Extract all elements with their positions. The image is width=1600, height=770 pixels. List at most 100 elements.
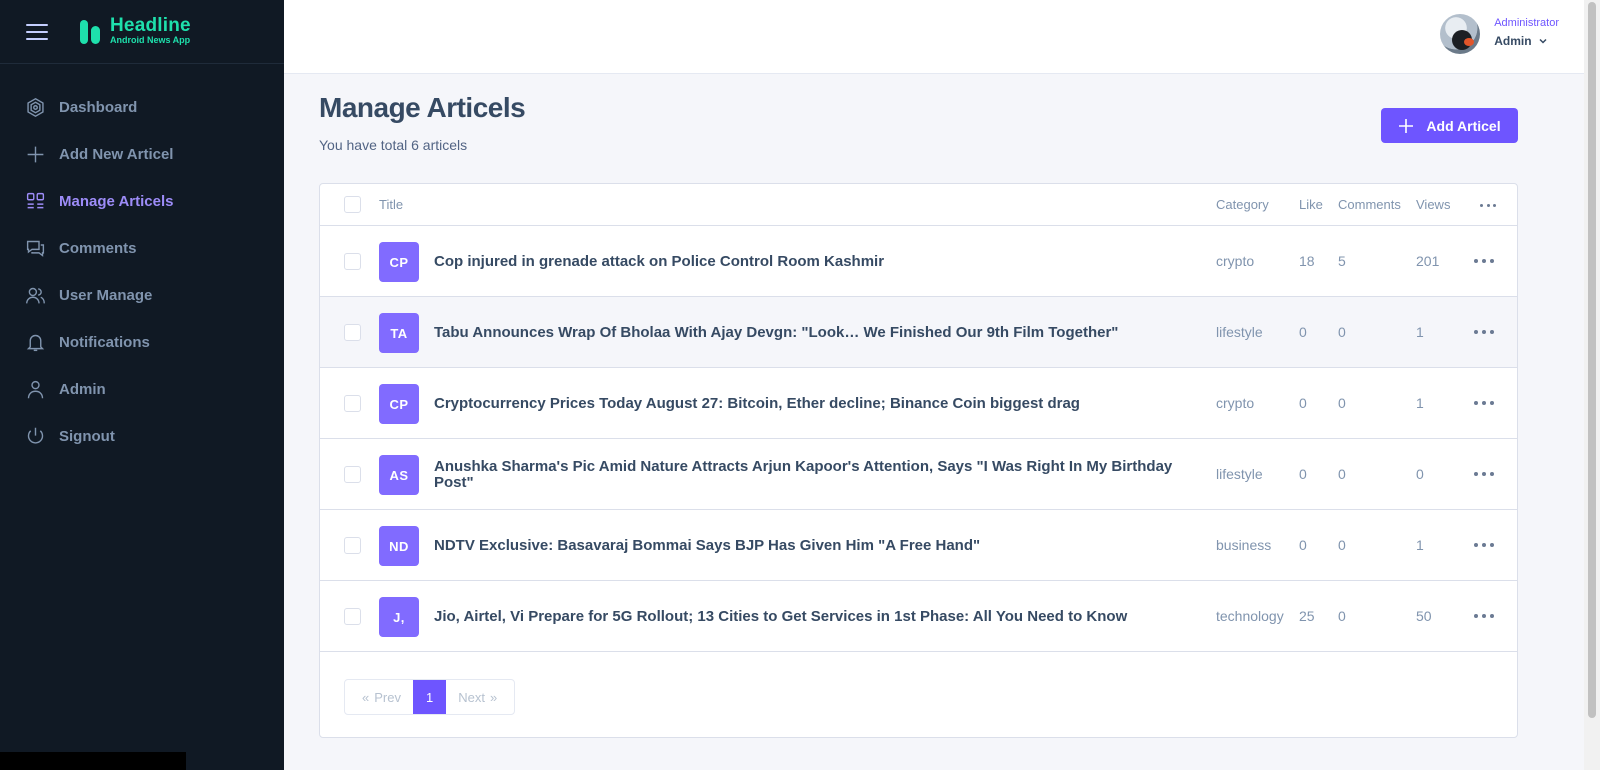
more-options-icon[interactable]: [1480, 200, 1496, 210]
article-title[interactable]: Anushka Sharma's Pic Amid Nature Attract…: [434, 439, 1194, 510]
sidebar-item-label: Admin: [59, 381, 106, 398]
sidebar-item-user-manage[interactable]: User Manage: [0, 272, 284, 319]
row-checkbox[interactable]: [344, 253, 361, 270]
article-comments: 0: [1338, 537, 1346, 553]
row-checkbox[interactable]: [344, 537, 361, 554]
grid-icon: [24, 191, 46, 213]
article-thumb: AS: [379, 455, 419, 495]
table-row[interactable]: J, Jio, Airtel, Vi Prepare for 5G Rollou…: [320, 581, 1517, 652]
next-page-button[interactable]: Next»: [446, 680, 514, 714]
double-chevron-right-icon: »: [489, 689, 498, 705]
row-checkbox[interactable]: [344, 466, 361, 483]
add-articel-label: Add Articel: [1426, 117, 1501, 134]
sidebar-item-notifications[interactable]: Notifications: [0, 319, 284, 366]
chevron-down-icon: [1539, 38, 1547, 44]
sidebar-item-comments[interactable]: Comments: [0, 225, 284, 272]
row-checkbox[interactable]: [344, 608, 361, 625]
table-row[interactable]: CP Cryptocurrency Prices Today August 27…: [320, 368, 1517, 439]
top-header: Administrator Admin: [284, 0, 1584, 74]
brand-tagline: Android News App: [110, 35, 191, 45]
users-icon: [24, 285, 46, 307]
article-title[interactable]: Tabu Announces Wrap Of Bholaa With Ajay …: [434, 297, 1194, 368]
select-all-checkbox[interactable]: [344, 196, 361, 213]
menu-toggle-icon[interactable]: [26, 23, 48, 40]
window-edge: [0, 752, 186, 770]
dashboard-icon: [24, 97, 46, 119]
article-title[interactable]: Cryptocurrency Prices Today August 27: B…: [434, 368, 1194, 439]
user-icon: [24, 379, 46, 401]
scrollbar-thumb[interactable]: [1588, 2, 1596, 718]
plus-icon: [1399, 118, 1414, 133]
column-header-title: Title: [379, 197, 404, 212]
sidebar-item-label: Dashboard: [59, 99, 138, 116]
sidebar-item-signout[interactable]: Signout: [0, 413, 284, 460]
article-category: lifestyle: [1216, 466, 1263, 482]
next-label: Next: [458, 689, 485, 705]
sidebar-item-label: Notifications: [59, 334, 150, 351]
sidebar-item-dashboard[interactable]: Dashboard: [0, 84, 284, 131]
article-views: 1: [1416, 395, 1424, 411]
article-title[interactable]: Cop injured in grenade attack on Police …: [434, 226, 1194, 297]
article-comments: 0: [1338, 324, 1346, 340]
table-header: Title Category Like Comments Views: [320, 184, 1517, 226]
row-more-icon[interactable]: [1474, 256, 1494, 266]
page-title: Manage Articels: [319, 92, 526, 123]
articles-table: Title Category Like Comments Views CP Co…: [319, 183, 1518, 738]
bell-icon: [24, 332, 46, 354]
table-row[interactable]: ND NDTV Exclusive: Basavaraj Bommai Says…: [320, 510, 1517, 581]
avatar: [1440, 14, 1481, 54]
article-comments: 5: [1338, 253, 1346, 269]
logo-icon: [80, 19, 102, 44]
column-header-comments: Comments: [1338, 197, 1401, 212]
article-category: lifestyle: [1216, 324, 1263, 340]
article-likes: 0: [1299, 324, 1307, 340]
user-dropdown[interactable]: Administrator Admin: [1440, 14, 1559, 54]
table-row[interactable]: AS Anushka Sharma's Pic Amid Nature Attr…: [320, 439, 1517, 510]
user-role: Administrator: [1494, 17, 1559, 29]
row-more-icon[interactable]: [1474, 611, 1494, 621]
article-comments: 0: [1338, 466, 1346, 482]
column-header-views: Views: [1416, 197, 1451, 212]
logo[interactable]: Headline Android News App: [80, 16, 191, 46]
sidebar-item-label: User Manage: [59, 287, 153, 304]
article-category: crypto: [1216, 395, 1255, 411]
row-more-icon[interactable]: [1474, 398, 1494, 408]
comments-icon: [24, 238, 46, 260]
article-thumb: J,: [379, 597, 419, 637]
page-1-button[interactable]: 1: [412, 680, 447, 714]
double-chevron-left-icon: «: [362, 689, 370, 705]
row-checkbox[interactable]: [344, 395, 361, 412]
article-views: 1: [1416, 537, 1424, 553]
sidebar-item-label: Manage Articels: [59, 193, 174, 210]
article-category: business: [1216, 537, 1272, 553]
row-more-icon[interactable]: [1474, 469, 1494, 479]
scrollbar[interactable]: [1584, 0, 1600, 770]
sidebar-item-add-new-articel[interactable]: Add New Articel: [0, 131, 284, 178]
article-likes: 0: [1299, 537, 1307, 553]
prev-page-button[interactable]: «Prev: [345, 680, 413, 714]
article-title[interactable]: NDTV Exclusive: Basavaraj Bommai Says BJ…: [434, 510, 1194, 581]
article-likes: 0: [1299, 395, 1307, 411]
row-checkbox[interactable]: [344, 324, 361, 341]
article-views: 0: [1416, 466, 1424, 482]
article-title[interactable]: Jio, Airtel, Vi Prepare for 5G Rollout; …: [434, 581, 1194, 652]
sidebar-item-label: Signout: [59, 428, 115, 445]
sidebar-menu: Dashboard Add New Articel Manage Articel…: [0, 64, 284, 460]
article-thumb: CP: [379, 242, 419, 282]
sidebar-header: Headline Android News App: [0, 0, 284, 64]
article-comments: 0: [1338, 395, 1346, 411]
article-likes: 18: [1299, 253, 1315, 269]
row-more-icon[interactable]: [1474, 540, 1494, 550]
plus-icon: [24, 144, 46, 166]
row-more-icon[interactable]: [1474, 327, 1494, 337]
power-icon: [24, 426, 46, 448]
article-likes: 25: [1299, 608, 1315, 624]
article-thumb: CP: [379, 384, 419, 424]
article-category: crypto: [1216, 253, 1255, 269]
sidebar-item-admin[interactable]: Admin: [0, 366, 284, 413]
column-header-like: Like: [1299, 197, 1323, 212]
table-row[interactable]: CP Cop injured in grenade attack on Poli…: [320, 226, 1517, 297]
sidebar-item-manage-articels[interactable]: Manage Articels: [0, 178, 284, 225]
table-row[interactable]: TA Tabu Announces Wrap Of Bholaa With Aj…: [320, 297, 1517, 368]
add-articel-button[interactable]: Add Articel: [1381, 108, 1518, 143]
